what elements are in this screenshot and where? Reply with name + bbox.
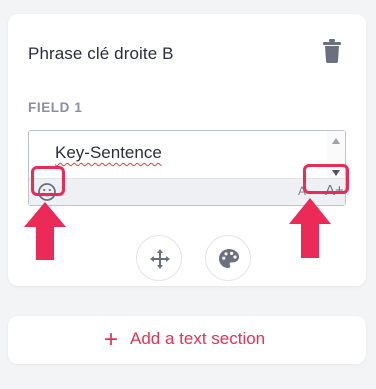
add-text-section-button[interactable]: + Add a text section: [8, 316, 366, 364]
field-text-input[interactable]: Key-Sentence: [29, 131, 327, 181]
color-button[interactable]: [205, 235, 251, 281]
move-arrows-icon: [150, 249, 170, 269]
font-size-highlight-box: [303, 164, 349, 194]
move-button[interactable]: [136, 235, 182, 281]
plus-icon: +: [104, 326, 119, 353]
add-text-section-label: Add a text section: [130, 329, 266, 348]
palette-icon: [219, 249, 239, 268]
field-label: FIELD 1: [28, 100, 83, 115]
card-title: Phrase clé droite B: [28, 44, 174, 63]
up-arrow-annotation-icon: [24, 202, 66, 260]
trash-icon[interactable]: [322, 39, 342, 63]
emoji-highlight-box: [31, 166, 65, 196]
scroll-up-icon[interactable]: [332, 138, 340, 144]
field-editor: Key-Sentence A- A+: [28, 130, 346, 206]
up-arrow-annotation-icon: [289, 198, 331, 258]
